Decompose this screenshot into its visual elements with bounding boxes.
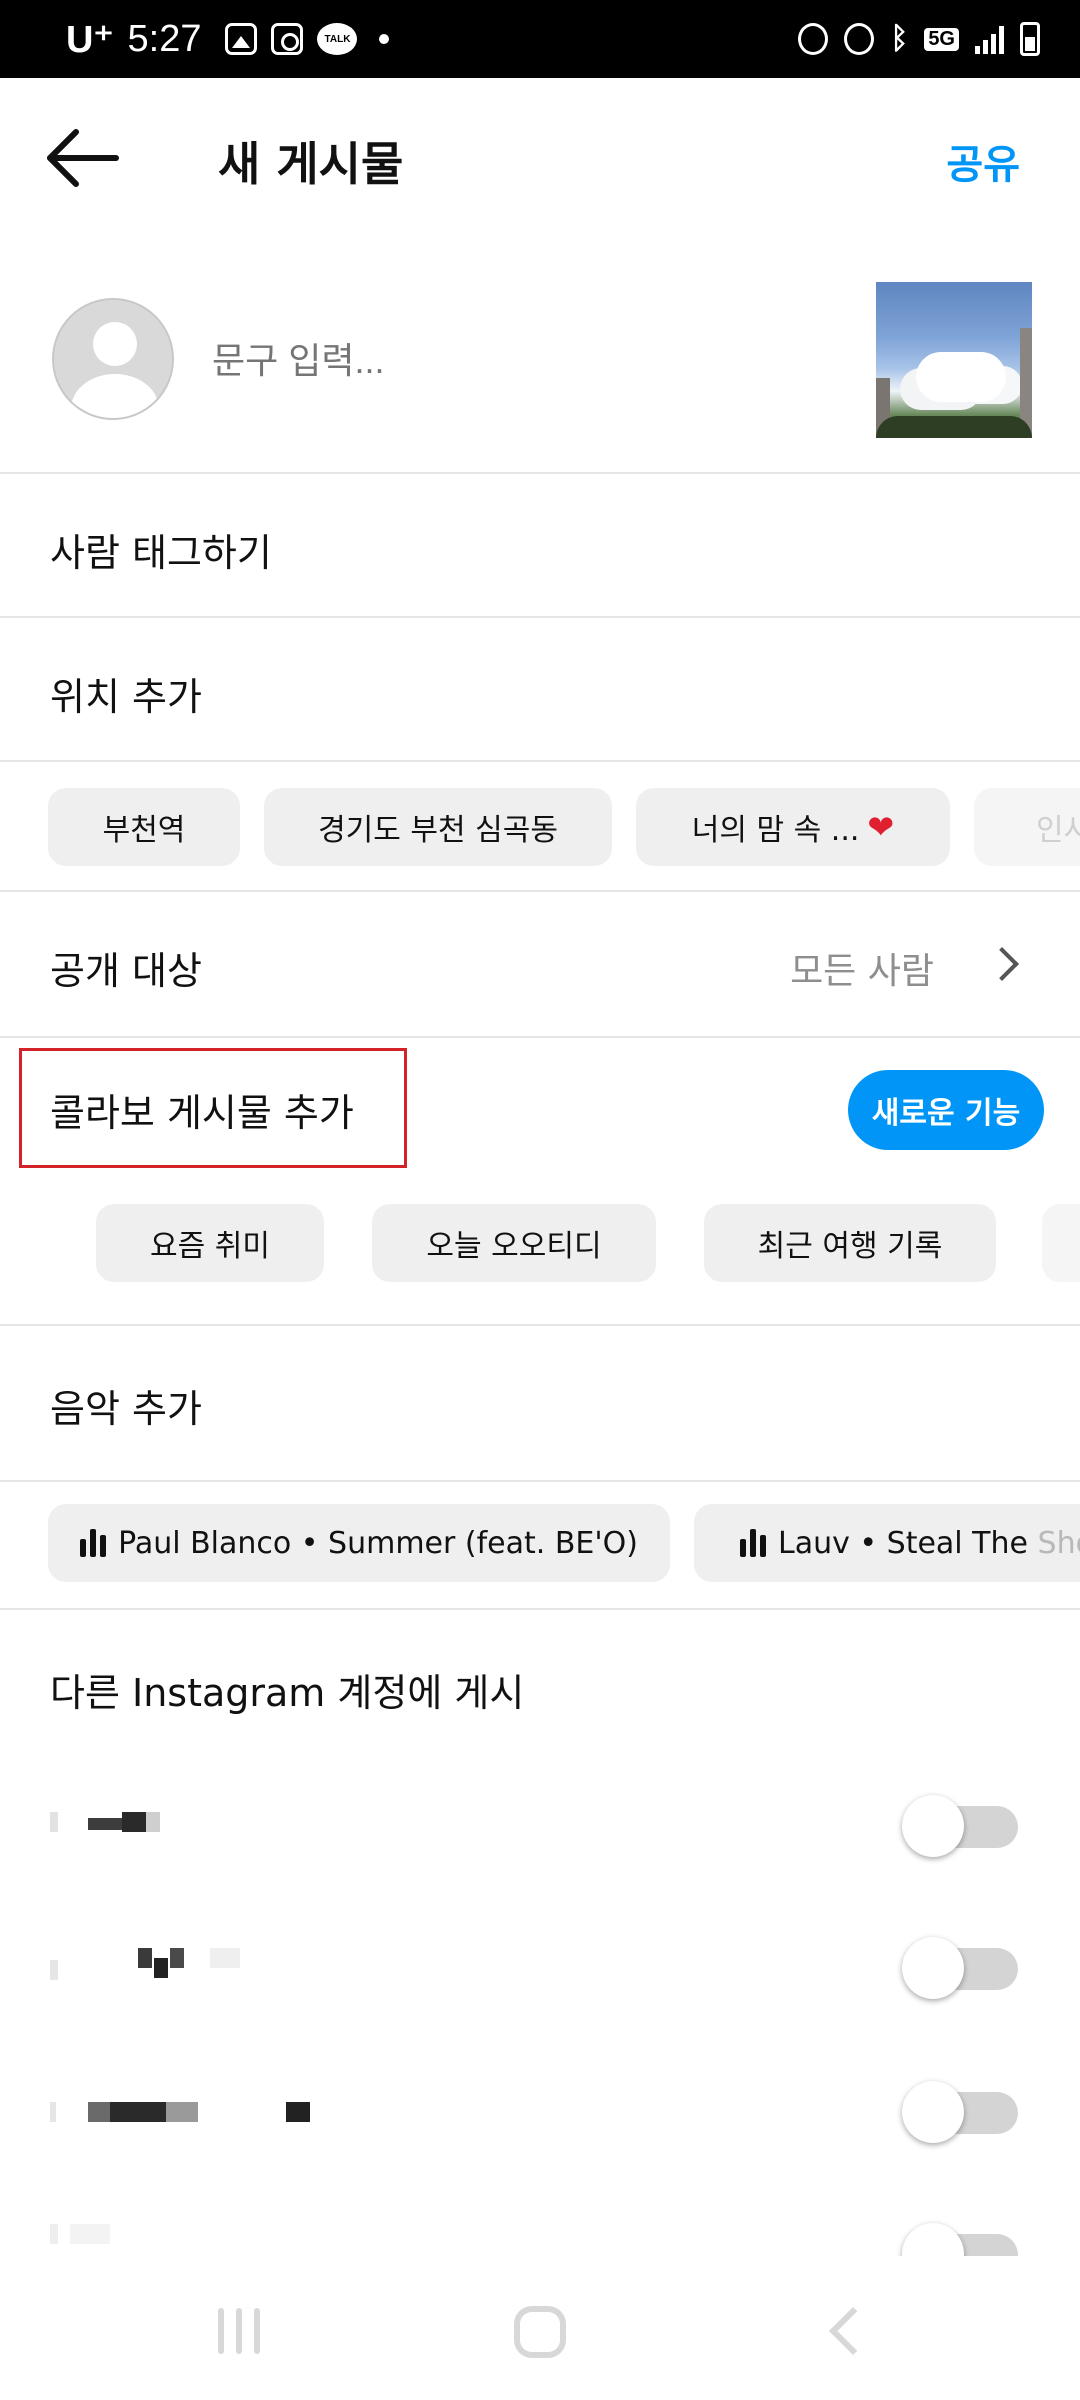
caption-input[interactable]: [212, 340, 812, 382]
account-name-redacted: [50, 1948, 250, 1980]
music-bars-icon: [80, 1529, 107, 1557]
audience-value: 모든 사람: [790, 951, 934, 992]
carrier-label: U⁺: [66, 18, 114, 61]
tag-people-row[interactable]: 사람 태그하기: [0, 474, 1080, 618]
account-name-redacted: [50, 1812, 170, 1832]
music-separator: •: [291, 1525, 329, 1561]
collab-label[interactable]: 콜라보 게시물 추가: [50, 1082, 354, 1137]
account-toggle[interactable]: [902, 2223, 1018, 2256]
add-music-label: 음악 추가: [50, 1387, 202, 1431]
arrow-left-icon: [47, 129, 119, 187]
recent-apps-button[interactable]: [218, 2308, 260, 2354]
bluetooth-icon: ᛒ: [890, 22, 909, 55]
location-chips: 부천역 경기도 부천 심곡동 너의 맘 속 ...❤ 인사: [0, 762, 1080, 892]
alarm-icon: [844, 23, 875, 55]
signal-icon: [975, 24, 1004, 54]
page-title: 새 게시물: [218, 137, 404, 191]
status-bar: U⁺ 5:27 TALK ᛒ 5G: [0, 0, 1080, 78]
account-row: [0, 2044, 1080, 2184]
audience-row[interactable]: 공개 대상 모든 사람: [0, 892, 1080, 1038]
battery-saver-icon: [798, 23, 829, 55]
add-music-row[interactable]: 음악 추가: [0, 1326, 1080, 1482]
music-chip[interactable]: Paul Blanco • Summer (feat. BE'O): [48, 1504, 670, 1582]
collab-chip[interactable]: 최근 여행 기록: [704, 1204, 996, 1282]
collab-chip-partial[interactable]: [1042, 1204, 1080, 1282]
account-toggle[interactable]: [902, 2081, 1018, 2143]
collab-chips: 요즘 취미 오늘 오오티디 최근 여행 기록: [0, 1190, 1080, 1326]
clock: 5:27: [127, 17, 202, 60]
status-left: U⁺ 5:27 TALK: [66, 17, 390, 62]
chevron-right-icon: [985, 947, 1019, 981]
system-nav-bar: [0, 2256, 1080, 2400]
new-feature-badge[interactable]: 새로운 기능: [848, 1070, 1044, 1150]
add-location-row[interactable]: 위치 추가: [0, 618, 1080, 762]
music-chip[interactable]: Lauv • Steal The Sho: [694, 1504, 1080, 1582]
battery-icon: [1020, 22, 1040, 56]
tag-people-label: 사람 태그하기: [50, 531, 272, 575]
account-name-redacted: [50, 2102, 320, 2122]
music-song: Steal The: [886, 1525, 1028, 1561]
5g-icon: 5G: [924, 27, 959, 51]
share-button[interactable]: 공유: [946, 132, 1020, 190]
account-toggle[interactable]: [902, 1937, 1018, 1999]
music-song-faded: Sho: [1037, 1525, 1080, 1561]
system-back-button[interactable]: [828, 2306, 878, 2356]
location-chip[interactable]: 부천역: [48, 788, 240, 866]
music-artist: Paul Blanco: [118, 1525, 292, 1561]
collab-chip[interactable]: 오늘 오오티디: [372, 1204, 656, 1282]
music-separator: •: [849, 1525, 887, 1561]
music-bars-icon: [740, 1529, 766, 1557]
location-chip[interactable]: 인사: [974, 788, 1080, 866]
collab-chip[interactable]: 요즘 취미: [96, 1204, 324, 1282]
account-row: [0, 2190, 1080, 2256]
add-location-label: 위치 추가: [50, 675, 202, 719]
home-button[interactable]: [514, 2306, 566, 2358]
instagram-icon: [271, 23, 304, 55]
post-thumbnail: [876, 282, 1032, 438]
back-button[interactable]: [46, 128, 120, 188]
gallery-icon: [225, 23, 258, 55]
heart-icon: ❤: [867, 808, 895, 846]
music-chips: Paul Blanco • Summer (feat. BE'O) Lauv •…: [0, 1482, 1080, 1610]
music-artist: Lauv: [778, 1525, 850, 1561]
caption-row: [0, 248, 1080, 474]
location-chip[interactable]: 너의 맘 속 ... ❤: [636, 788, 950, 866]
account-toggle[interactable]: [902, 1795, 1018, 1857]
account-name-redacted: [50, 2224, 150, 2244]
notification-icons: TALK: [225, 23, 390, 55]
music-song: Summer (feat. BE'O): [328, 1525, 638, 1561]
account-row: [0, 1758, 1080, 1898]
location-chip[interactable]: 경기도 부천 심곡동: [264, 788, 612, 866]
status-right: ᛒ 5G: [798, 22, 1040, 56]
location-chip-label: 너의 맘 속 ...: [691, 813, 860, 848]
header: 새 게시물 공유: [0, 78, 1080, 248]
post-to-other-accounts-title: 다른 Instagram 계정에 게시: [50, 1671, 525, 1715]
audience-label: 공개 대상: [50, 949, 202, 993]
kakaotalk-icon: TALK: [317, 23, 358, 55]
dot-icon: [379, 34, 390, 44]
avatar: [52, 298, 174, 420]
account-row: [0, 1900, 1080, 2040]
